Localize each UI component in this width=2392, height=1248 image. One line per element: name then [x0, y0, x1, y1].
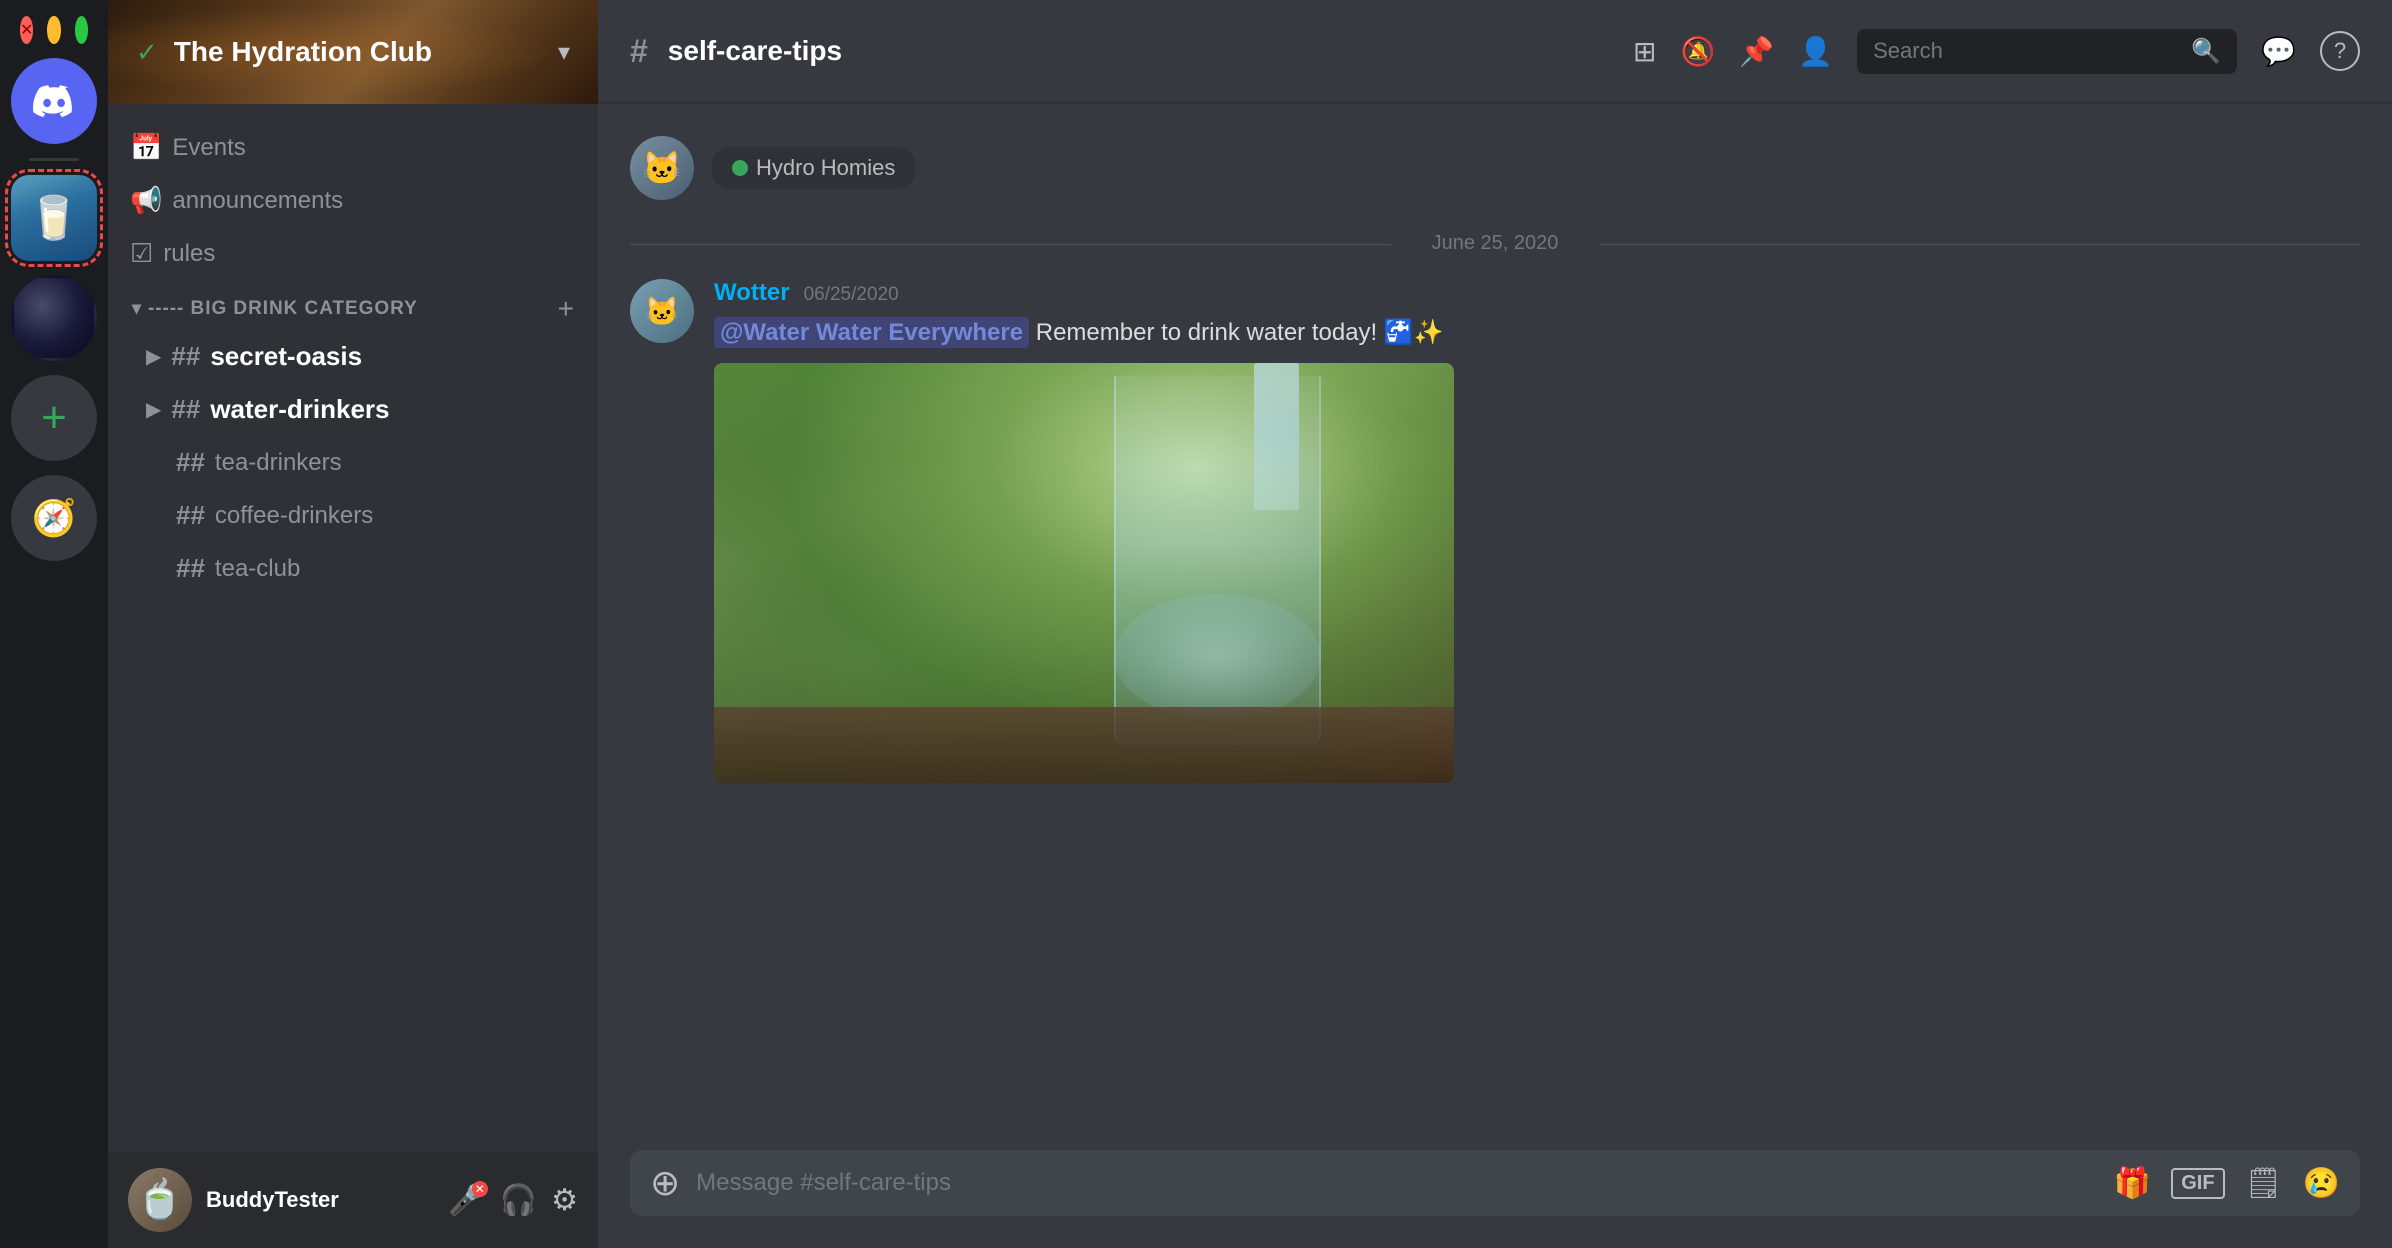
channel-item-tea-club[interactable]: ## tea-club: [132, 543, 574, 594]
water-image: [714, 363, 1454, 783]
message-timestamp: 06/25/2020: [804, 284, 899, 306]
channel-triangle-icon: ▶: [146, 397, 161, 422]
channel-item-announcements[interactable]: 📢 announcements: [116, 175, 590, 226]
chat-header: # self-care-tips ⊞ 🔕 📌 👤 Search 🔍 💬 ?: [598, 0, 2392, 104]
channel-item-water-drinkers[interactable]: ▶ ## water-drinkers: [132, 384, 574, 435]
server-menu-icon: ▾: [558, 38, 570, 67]
rules-icon: ☑: [130, 238, 153, 269]
online-indicator: 🐱 Hydro Homies: [630, 136, 2360, 200]
hash-icon: ##: [176, 447, 205, 478]
channel-name-coffee-drinkers: coffee-drinkers: [215, 502, 373, 530]
discord-home-button[interactable]: [11, 58, 97, 144]
add-server-button[interactable]: +: [11, 375, 97, 461]
chat-area: # self-care-tips ⊞ 🔕 📌 👤 Search 🔍 💬 ? 🐱 …: [598, 0, 2392, 1248]
gif-button[interactable]: GIF: [2171, 1168, 2224, 1199]
channels-list: 📅 Events 📢 announcements ☑ rules ▾ -----…: [108, 104, 598, 1152]
deafen-button[interactable]: 🎧: [500, 1183, 537, 1218]
channel-name-water-drinkers: water-drinkers: [210, 394, 389, 425]
channel-item-coffee-drinkers[interactable]: ## coffee-drinkers: [132, 490, 574, 541]
message-body: Remember to drink water today! 🚰✨: [1036, 319, 1444, 346]
help-icon[interactable]: ?: [2320, 31, 2360, 71]
channel-triangle-icon: ▶: [146, 344, 161, 369]
threads-icon[interactable]: ⊞: [1633, 35, 1656, 68]
hash-icon: ##: [176, 553, 205, 584]
minimize-button[interactable]: [47, 16, 60, 44]
category-header[interactable]: ▾ ----- BIG DRINK CATEGORY +: [124, 289, 582, 329]
user-avatar: 🍵: [128, 1168, 192, 1232]
notification-icon[interactable]: 🔕: [1681, 35, 1716, 68]
user-area: 🍵 BuddyTester 🎤 ✕ 🎧 ⚙: [108, 1152, 598, 1248]
message-avatar: 🐱: [630, 279, 694, 343]
announcements-label: announcements: [172, 187, 343, 215]
explore-servers-button[interactable]: 🧭: [11, 475, 97, 561]
inbox-icon[interactable]: 💬: [2261, 35, 2296, 68]
chat-messages: 🐱 Hydro Homies June 25, 2020 🐱 Wotter 06…: [598, 104, 2392, 1130]
search-placeholder: Search: [1873, 38, 2179, 64]
events-label: Events: [172, 134, 245, 162]
user-action-buttons: 🎤 ✕ 🎧 ⚙: [448, 1183, 578, 1218]
message-content: Wotter 06/25/2020 @Water Water Everywher…: [714, 279, 2360, 783]
settings-button[interactable]: ⚙: [551, 1183, 578, 1218]
server-verified-icon: ✓: [136, 37, 158, 68]
user-info: BuddyTester: [206, 1187, 434, 1213]
members-icon[interactable]: 👤: [1798, 35, 1833, 68]
message: 🐱 Wotter 06/25/2020 @Water Water Everywh…: [630, 279, 2360, 783]
hash-icon: ##: [171, 341, 200, 372]
message-image: [714, 363, 1454, 783]
chat-input-area: ⊕ Message #self-care-tips 🎁 GIF 🗒 😢: [598, 1130, 2392, 1248]
search-bar[interactable]: Search 🔍: [1857, 29, 2237, 74]
add-attachment-button[interactable]: ⊕: [650, 1162, 680, 1204]
server-icon-hydration[interactable]: 🥛: [11, 175, 97, 261]
hash-icon: ##: [171, 394, 200, 425]
server-icon-dark-sphere[interactable]: [11, 275, 97, 361]
channel-item-rules[interactable]: ☑ rules: [116, 228, 590, 279]
channel-name-tea-drinkers: tea-drinkers: [215, 449, 342, 477]
channel-name-tea-club: tea-club: [215, 555, 300, 583]
online-user-name: Hydro Homies: [756, 155, 895, 181]
category-name: ▾ ----- BIG DRINK CATEGORY: [132, 298, 418, 320]
category-big-drink: ▾ ----- BIG DRINK CATEGORY + ▶ ## secret…: [108, 281, 598, 600]
channel-name-secret-oasis: secret-oasis: [210, 341, 362, 372]
message-author: Wotter: [714, 279, 790, 307]
message-header: Wotter 06/25/2020: [714, 279, 2360, 307]
chat-channel-name: self-care-tips: [668, 35, 1613, 67]
message-input[interactable]: Message #self-care-tips: [696, 1169, 2098, 1197]
gift-button[interactable]: 🎁: [2114, 1166, 2151, 1201]
sticker-button[interactable]: 🗒: [2245, 1166, 2283, 1201]
channel-sidebar: ✓ The Hydration Club ▾ 📅 Events 📢 announ…: [108, 0, 598, 1248]
search-icon: 🔍: [2191, 37, 2221, 66]
username: BuddyTester: [206, 1187, 434, 1213]
mute-button[interactable]: 🎤 ✕: [448, 1183, 485, 1218]
channel-item-secret-oasis[interactable]: ▶ ## secret-oasis: [132, 331, 574, 382]
server-name: The Hydration Club: [174, 36, 542, 68]
hydro-homies-avatar: 🐱: [630, 136, 694, 200]
online-dot: [732, 160, 748, 176]
header-icons: ⊞ 🔕 📌 👤 Search 🔍 💬 ?: [1633, 29, 2360, 74]
date-separator: June 25, 2020: [630, 232, 2360, 255]
events-icon: 📅: [130, 132, 162, 163]
rules-label: rules: [163, 240, 215, 268]
online-tag: Hydro Homies: [710, 145, 917, 191]
server-header[interactable]: ✓ The Hydration Club ▾: [108, 0, 598, 104]
input-actions: 🎁 GIF 🗒 😢: [2114, 1166, 2340, 1201]
announcements-icon: 📢: [130, 185, 162, 216]
channel-hash-icon: #: [630, 33, 648, 70]
hash-icon: ##: [176, 500, 205, 531]
close-button[interactable]: ✕: [20, 16, 33, 44]
message-text: @Water Water Everywhere Remember to drin…: [714, 315, 2360, 351]
mention: @Water Water Everywhere: [714, 317, 1029, 348]
server-separator: [29, 158, 79, 161]
add-channel-button[interactable]: +: [558, 293, 574, 325]
maximize-button[interactable]: [75, 16, 88, 44]
chat-input-box: ⊕ Message #self-care-tips 🎁 GIF 🗒 😢: [630, 1150, 2360, 1216]
channel-item-events[interactable]: 📅 Events: [116, 122, 590, 173]
pin-icon[interactable]: 📌: [1739, 35, 1774, 68]
server-sidebar: 🥛 + 🧭: [0, 0, 108, 1248]
emoji-button[interactable]: 😢: [2303, 1166, 2340, 1201]
channel-item-tea-drinkers[interactable]: ## tea-drinkers: [132, 437, 574, 488]
